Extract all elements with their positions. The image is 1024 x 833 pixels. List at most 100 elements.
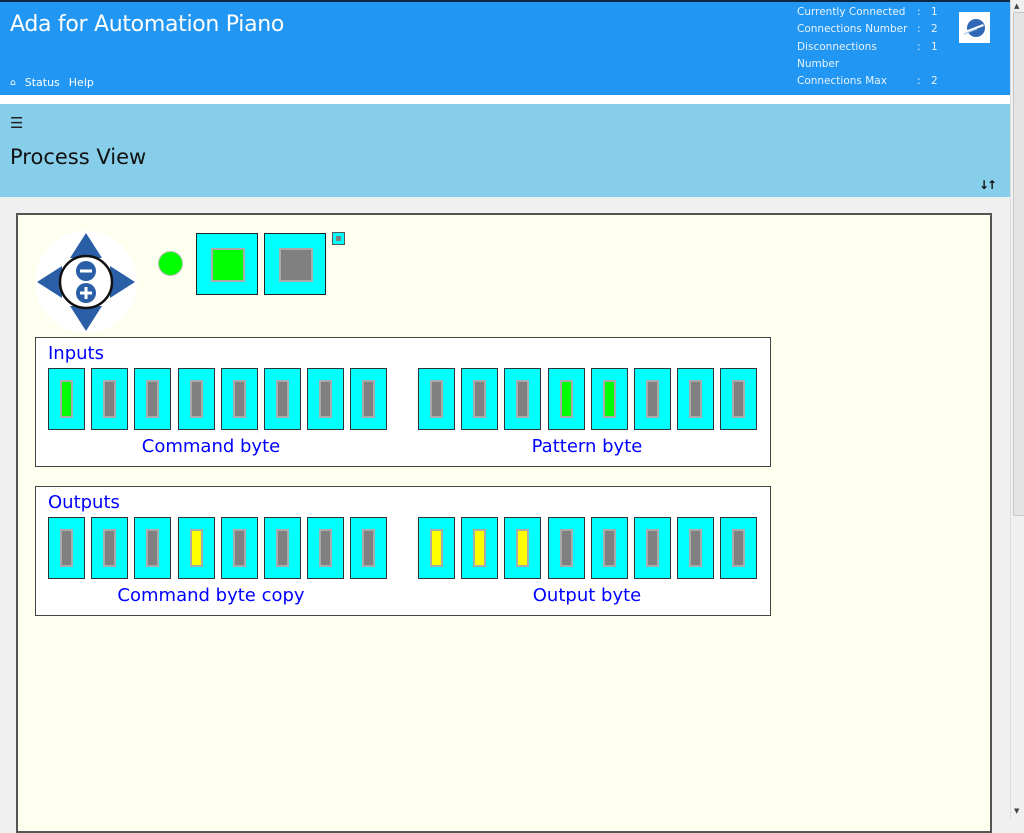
home-icon[interactable]: ⌂: [10, 78, 16, 88]
bit-indicator: [60, 529, 73, 567]
input-bit[interactable]: [633, 368, 671, 430]
bit-indicator: [430, 529, 443, 567]
bit-indicator: [146, 529, 160, 567]
output-bit[interactable]: [177, 517, 215, 579]
input-bit[interactable]: [504, 368, 542, 430]
bit-indicator: [689, 380, 703, 418]
output-bit[interactable]: [504, 517, 542, 579]
bit-indicator: [103, 529, 117, 567]
input-bit[interactable]: [134, 368, 172, 430]
scroll-thumb[interactable]: [1013, 12, 1024, 516]
toggle-button-1[interactable]: [196, 233, 258, 295]
output-bit[interactable]: [720, 517, 758, 579]
output-bit[interactable]: [48, 517, 85, 579]
bit-indicator: [645, 529, 659, 567]
collapse-expand-icon[interactable]: ↓↑: [979, 178, 997, 192]
input-bit[interactable]: [307, 368, 345, 430]
command-byte-copy-label: Command byte copy: [117, 585, 305, 606]
inputs-group: Inputs Command byte Pattern byte: [35, 337, 771, 467]
input-bit[interactable]: [350, 368, 388, 430]
nav-help[interactable]: Help: [69, 76, 94, 89]
output-byte-bits: [418, 517, 758, 579]
input-bit[interactable]: [48, 368, 85, 430]
output-bit[interactable]: [461, 517, 499, 579]
stat-value: 1: [931, 40, 938, 53]
output-bit[interactable]: [590, 517, 628, 579]
button-2-indicator: [279, 248, 313, 282]
output-byte-label: Output byte: [532, 585, 642, 606]
input-bit[interactable]: [177, 368, 215, 430]
bit-indicator: [146, 380, 160, 418]
command-byte-label: Command byte: [141, 436, 281, 457]
output-bit[interactable]: [307, 517, 345, 579]
bit-indicator: [232, 380, 246, 418]
output-bit[interactable]: [134, 517, 172, 579]
stat-row: Connections Max : 2: [797, 73, 938, 90]
page-header: ☰ Process View ↓↑: [0, 104, 1010, 197]
outputs-group: Outputs Command byte copy Output byte: [35, 486, 771, 616]
bit-indicator: [732, 380, 746, 418]
toggle-button-2[interactable]: [264, 233, 326, 295]
bit-indicator: [362, 529, 376, 567]
connection-stats: Currently Connected : 1 Connections Numb…: [797, 4, 938, 90]
input-bit[interactable]: [720, 368, 758, 430]
input-bit[interactable]: [590, 368, 628, 430]
nav-status[interactable]: Status: [25, 76, 60, 89]
outputs-title: Outputs: [48, 492, 120, 513]
small-button-indicator: [336, 236, 341, 241]
command-byte-bits: [48, 368, 388, 430]
output-bit[interactable]: [91, 517, 129, 579]
bit-indicator: [645, 380, 659, 418]
app-title: Ada for Automation Piano: [10, 12, 285, 37]
output-bit[interactable]: [633, 517, 671, 579]
stat-label: Currently Connected: [797, 6, 906, 18]
bit-indicator: [559, 380, 573, 418]
input-bit[interactable]: [461, 368, 499, 430]
menu-icon[interactable]: ☰: [10, 114, 23, 132]
input-bit[interactable]: [418, 368, 455, 430]
jog-control[interactable]: [34, 230, 138, 334]
output-bit[interactable]: [263, 517, 301, 579]
stat-value: 2: [931, 23, 938, 36]
bit-indicator: [60, 380, 73, 418]
stat-colon: :: [917, 40, 921, 53]
input-bit[interactable]: [220, 368, 258, 430]
pattern-byte-bits: [418, 368, 758, 430]
stat-row: Connections Number : 2: [797, 21, 938, 38]
output-bit[interactable]: [350, 517, 388, 579]
bit-indicator: [473, 529, 487, 567]
input-bit[interactable]: [547, 368, 585, 430]
input-bit[interactable]: [91, 368, 129, 430]
bit-indicator: [275, 380, 289, 418]
button-1-indicator: [211, 248, 245, 282]
output-bit[interactable]: [677, 517, 715, 579]
stat-colon: :: [917, 6, 921, 18]
input-bit[interactable]: [677, 368, 715, 430]
stat-colon: :: [917, 75, 921, 88]
stat-label: Connections Number: [797, 23, 908, 36]
bit-indicator: [362, 380, 376, 418]
small-toggle-button[interactable]: [332, 232, 345, 245]
pattern-byte-label: Pattern byte: [531, 436, 643, 457]
bit-indicator: [430, 380, 443, 418]
stat-row: Disconnections Number : 1: [797, 39, 938, 74]
stat-label: Connections Max: [797, 75, 887, 88]
output-bit[interactable]: [547, 517, 585, 579]
bit-indicator: [319, 529, 333, 567]
nav-bar: ⌂ Status Help: [10, 76, 94, 89]
bit-indicator: [602, 380, 616, 418]
bit-indicator: [516, 529, 530, 567]
bit-indicator: [319, 380, 333, 418]
output-bit[interactable]: [418, 517, 455, 579]
input-bit[interactable]: [263, 368, 301, 430]
vertical-scrollbar[interactable]: ▲ ▼: [1010, 0, 1024, 819]
bit-indicator: [516, 380, 530, 418]
output-bit[interactable]: [220, 517, 258, 579]
scroll-up-icon[interactable]: ▲: [1014, 2, 1019, 10]
bit-indicator: [732, 529, 746, 567]
header-separator: [0, 95, 1010, 104]
scroll-down-icon[interactable]: ▼: [1014, 807, 1019, 815]
bit-indicator: [189, 380, 203, 418]
status-led: [158, 251, 183, 276]
bit-indicator: [689, 529, 703, 567]
